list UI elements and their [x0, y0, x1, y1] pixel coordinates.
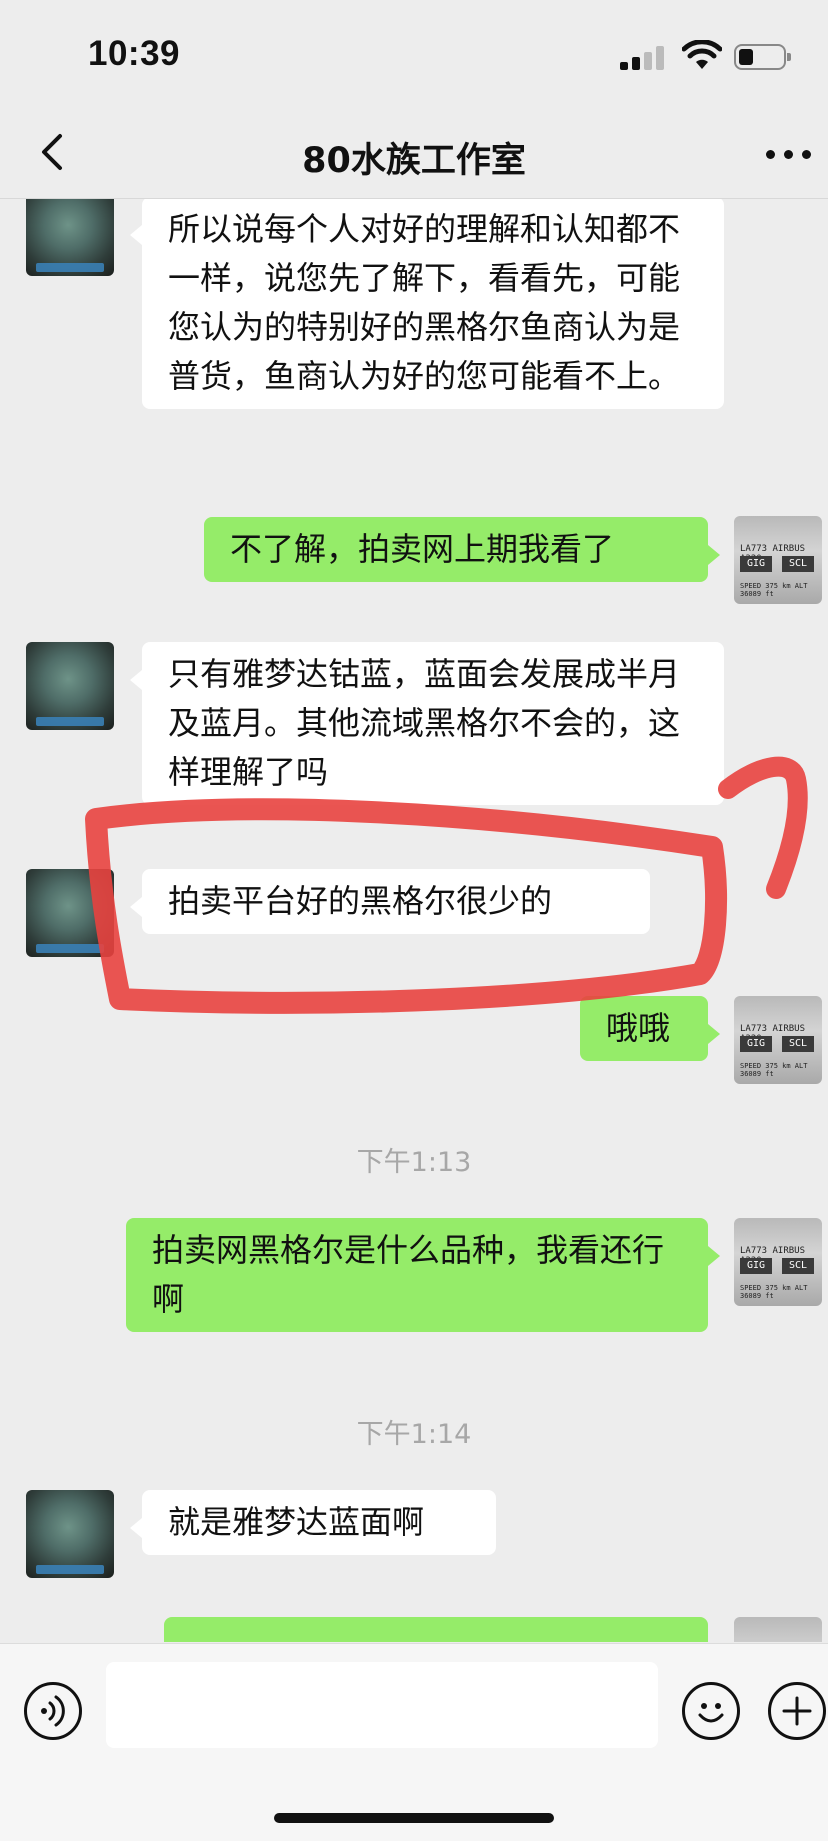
- my-avatar[interactable]: LA773 AIRBUS A320 GIG SCL SPEED 375 km A…: [734, 996, 822, 1084]
- incoming-message[interactable]: 拍卖平台好的黑格尔很少的: [130, 869, 650, 934]
- ellipsis-icon[interactable]: [766, 150, 812, 160]
- input-bar: [0, 1643, 828, 1841]
- my-avatar[interactable]: [734, 1617, 822, 1642]
- home-indicator[interactable]: [274, 1813, 554, 1823]
- status-bar: 10:39: [0, 0, 828, 110]
- wifi-icon: [682, 40, 722, 69]
- message-input[interactable]: [106, 1662, 658, 1748]
- chat-header: 80水族工作室: [0, 110, 828, 199]
- avatar-from: GIG: [740, 556, 772, 572]
- contact-avatar[interactable]: [26, 869, 114, 957]
- timestamp: 下午1:14: [356, 1419, 472, 1450]
- avatar-to: SCL: [782, 556, 814, 572]
- my-avatar[interactable]: LA773 AIRBUS A320 GIG SCL SPEED 375 km A…: [734, 516, 822, 604]
- plus-icon[interactable]: [768, 1682, 826, 1740]
- my-avatar[interactable]: LA773 AIRBUS A320 GIG SCL SPEED 375 km A…: [734, 1218, 822, 1306]
- chat-title: 80水族工作室: [302, 141, 526, 181]
- voice-icon[interactable]: [24, 1682, 82, 1740]
- incoming-message[interactable]: 只有雅梦达钴蓝，蓝面会发展成半月及蓝月。其他流域黑格尔不会的，这样理解了吗: [130, 642, 724, 805]
- timestamp: 下午1:13: [356, 1147, 472, 1178]
- avatar-speed: SPEED 375 km ALT 36089 ft: [740, 582, 808, 598]
- outgoing-message[interactable]: 不了解，拍卖网上期我看了: [204, 517, 720, 582]
- outgoing-message[interactable]: [164, 1617, 708, 1642]
- contact-avatar[interactable]: [26, 642, 114, 730]
- cellular-signal-icon: [620, 46, 668, 70]
- contact-avatar[interactable]: [26, 199, 114, 276]
- contact-avatar[interactable]: [26, 1490, 114, 1578]
- avatar-flight: LA773: [740, 544, 768, 554]
- message-list[interactable]: 所以说每个人对好的理解和认知都不一样，说您先了解下，看看先，可能您认为的特别好的…: [0, 199, 828, 1642]
- incoming-message[interactable]: 就是雅梦达蓝面啊: [130, 1490, 496, 1555]
- status-time: 10:39: [88, 34, 181, 73]
- battery-icon: [734, 44, 791, 70]
- emoji-icon[interactable]: [682, 1682, 740, 1740]
- outgoing-message[interactable]: 哦哦: [580, 996, 720, 1061]
- incoming-message[interactable]: 所以说每个人对好的理解和认知都不一样，说您先了解下，看看先，可能您认为的特别好的…: [130, 199, 724, 409]
- outgoing-message[interactable]: 拍卖网黑格尔是什么品种，我看还行啊: [126, 1218, 720, 1332]
